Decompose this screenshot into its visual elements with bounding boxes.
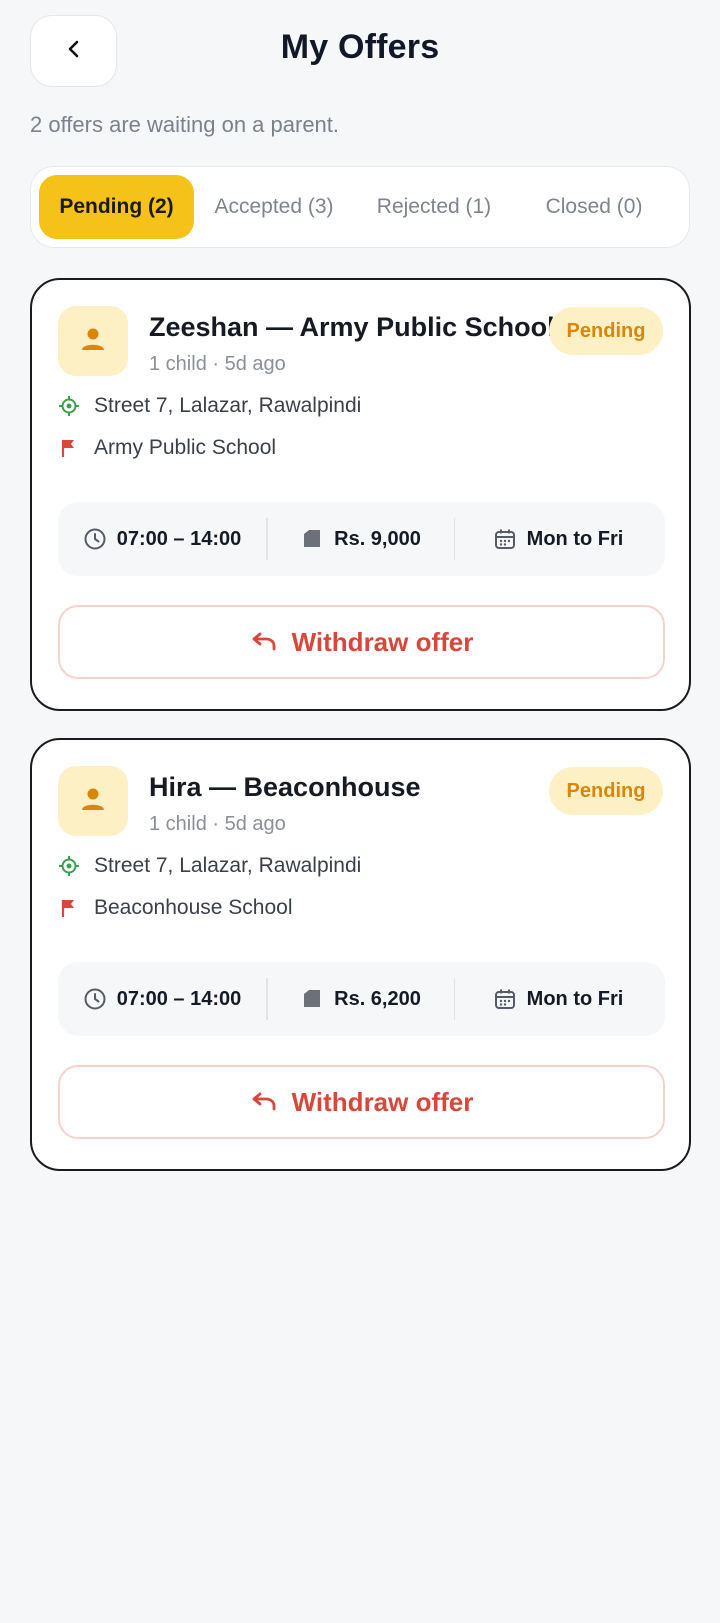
school-text: Army Public School xyxy=(94,436,277,459)
status-badge: Pending xyxy=(549,307,663,355)
tab-pending[interactable]: Pending (2) xyxy=(39,175,194,239)
withdraw-offer-button[interactable]: Withdraw offer xyxy=(58,1065,665,1139)
price-stat: Rs. 6,200 xyxy=(268,962,454,1036)
person-icon xyxy=(79,325,107,358)
undo-icon xyxy=(250,1091,278,1113)
clock-icon xyxy=(83,527,107,551)
time-stat: 07:00 – 14:00 xyxy=(58,502,266,576)
address-text: Street 7, Lalazar, Rawalpindi xyxy=(94,394,362,417)
person-icon xyxy=(79,785,107,818)
avatar xyxy=(58,306,128,376)
address-row: Street 7, Lalazar, Rawalpindi xyxy=(58,854,361,878)
days-stat: Mon to Fri xyxy=(455,962,661,1036)
offers-summary: 2 offers are waiting on a parent. xyxy=(30,112,340,137)
days-text: Mon to Fri xyxy=(526,987,624,1010)
wallet-icon xyxy=(300,527,324,551)
clock-icon xyxy=(83,987,107,1011)
withdraw-offer-button[interactable]: Withdraw offer xyxy=(58,605,665,679)
withdraw-label: Withdraw offer xyxy=(291,626,474,657)
school-row: Army Public School xyxy=(58,436,276,460)
flag-icon xyxy=(58,897,80,919)
tab-rejected[interactable]: Rejected (1) xyxy=(354,175,514,239)
location-target-icon xyxy=(58,855,80,877)
offer-meta: 1 child · 5d ago xyxy=(149,353,286,375)
days-text: Mon to Fri xyxy=(526,527,624,550)
school-text: Beaconhouse School xyxy=(94,896,293,919)
days-stat: Mon to Fri xyxy=(455,502,661,576)
time-stat: 07:00 – 14:00 xyxy=(58,962,266,1036)
offer-stats: 07:00 – 14:00 Rs. 6,200 Mon to Fri xyxy=(58,962,665,1036)
header: My Offers xyxy=(0,0,720,100)
tab-closed[interactable]: Closed (0) xyxy=(514,175,674,239)
price-text: Rs. 9,000 xyxy=(334,527,421,550)
status-tabs: Pending (2) Accepted (3) Rejected (1) Cl… xyxy=(30,166,690,248)
page-title: My Offers xyxy=(280,28,440,66)
location-target-icon xyxy=(58,395,80,417)
undo-icon xyxy=(250,631,278,653)
offer-meta: 1 child · 5d ago xyxy=(149,813,286,835)
offer-stats: 07:00 – 14:00 Rs. 9,000 Mon to Fri xyxy=(58,502,665,576)
calendar-icon xyxy=(493,987,517,1011)
calendar-icon xyxy=(493,527,517,551)
offer-title: Hira — Beaconhouse xyxy=(149,772,421,802)
flag-icon xyxy=(58,437,80,459)
status-badge: Pending xyxy=(549,767,663,815)
wallet-icon xyxy=(300,987,324,1011)
time-text: 07:00 – 14:00 xyxy=(116,987,242,1010)
tab-accepted[interactable]: Accepted (3) xyxy=(194,175,354,239)
price-stat: Rs. 9,000 xyxy=(268,502,454,576)
time-text: 07:00 – 14:00 xyxy=(116,527,242,550)
price-text: Rs. 6,200 xyxy=(334,987,421,1010)
offer-card: Zeeshan — Army Public School Pending 1 c… xyxy=(30,278,691,711)
address-row: Street 7, Lalazar, Rawalpindi xyxy=(58,394,361,418)
address-text: Street 7, Lalazar, Rawalpindi xyxy=(94,854,362,877)
school-row: Beaconhouse School xyxy=(58,896,293,920)
avatar xyxy=(58,766,128,836)
offer-card: Hira — Beaconhouse Pending 1 child · 5d … xyxy=(30,738,691,1171)
offer-title: Zeeshan — Army Public School xyxy=(149,312,555,342)
withdraw-label: Withdraw offer xyxy=(291,1086,474,1117)
